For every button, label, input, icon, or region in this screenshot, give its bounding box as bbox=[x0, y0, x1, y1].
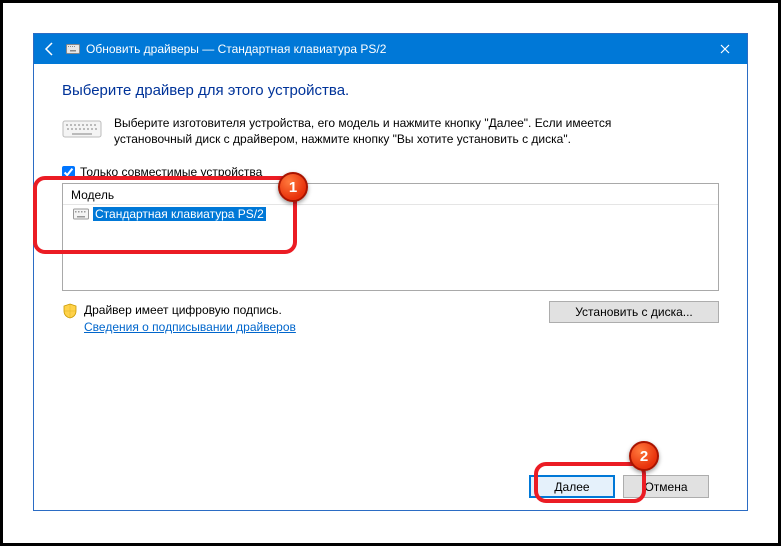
next-button[interactable]: Далее bbox=[529, 475, 615, 498]
wizard-window: Обновить драйверы — Стандартная клавиату… bbox=[33, 33, 748, 511]
instruction-line: Выберите изготовителя устройства, его мо… bbox=[114, 115, 611, 131]
cancel-button[interactable]: Отмена bbox=[623, 475, 709, 498]
list-item[interactable]: Стандартная клавиатура PS/2 bbox=[63, 205, 718, 223]
close-button[interactable] bbox=[702, 34, 747, 64]
install-from-disk-button[interactable]: Установить с диска... bbox=[549, 301, 719, 323]
signature-info-link[interactable]: Сведения о подписывании драйверов bbox=[84, 320, 296, 334]
instruction-row: Выберите изготовителя устройства, его мо… bbox=[62, 115, 719, 147]
wizard-footer: Далее Отмена bbox=[62, 463, 719, 510]
wizard-content: Выберите драйвер для этого устройства. bbox=[34, 64, 747, 510]
window-title: Обновить драйверы — Стандартная клавиату… bbox=[86, 42, 386, 56]
list-column-header: Модель bbox=[63, 184, 718, 205]
signature-row: Драйвер имеет цифровую подпись. Сведения… bbox=[62, 303, 719, 334]
compatible-only-checkbox-row[interactable]: Только совместимые устройства bbox=[62, 165, 719, 179]
keyboard-icon bbox=[62, 117, 102, 141]
titlebar: Обновить драйверы — Стандартная клавиату… bbox=[34, 34, 747, 64]
shield-icon bbox=[62, 303, 78, 319]
list-item-label: Стандартная клавиатура PS/2 bbox=[93, 207, 266, 221]
instruction-text: Выберите изготовителя устройства, его мо… bbox=[114, 115, 611, 147]
compatible-only-label: Только совместимые устройства bbox=[80, 165, 262, 179]
keyboard-item-icon bbox=[73, 208, 89, 220]
signature-text: Драйвер имеет цифровую подпись. bbox=[84, 303, 296, 317]
driver-list[interactable]: Модель Стандартная клавиатура PS/2 bbox=[62, 183, 719, 291]
back-button[interactable] bbox=[34, 34, 66, 64]
page-heading: Выберите драйвер для этого устройства. bbox=[62, 82, 719, 99]
compatible-only-checkbox[interactable] bbox=[62, 166, 75, 179]
keyboard-title-icon bbox=[66, 42, 80, 56]
instruction-line: установочный диск с драйвером, нажмите к… bbox=[114, 131, 611, 147]
